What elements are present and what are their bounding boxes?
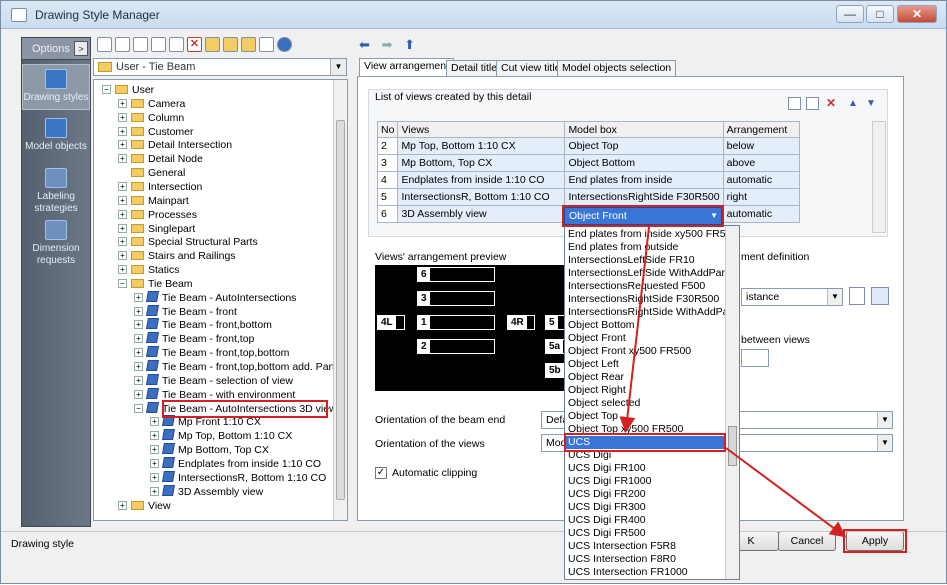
drawing-style-manager-window: Drawing Style Manager — □ ✕ Options > Dr… (0, 0, 947, 584)
arrow-to-apply (725, 447, 847, 538)
arrow-to-ucs (619, 226, 650, 433)
annotation-arrows (619, 226, 847, 538)
